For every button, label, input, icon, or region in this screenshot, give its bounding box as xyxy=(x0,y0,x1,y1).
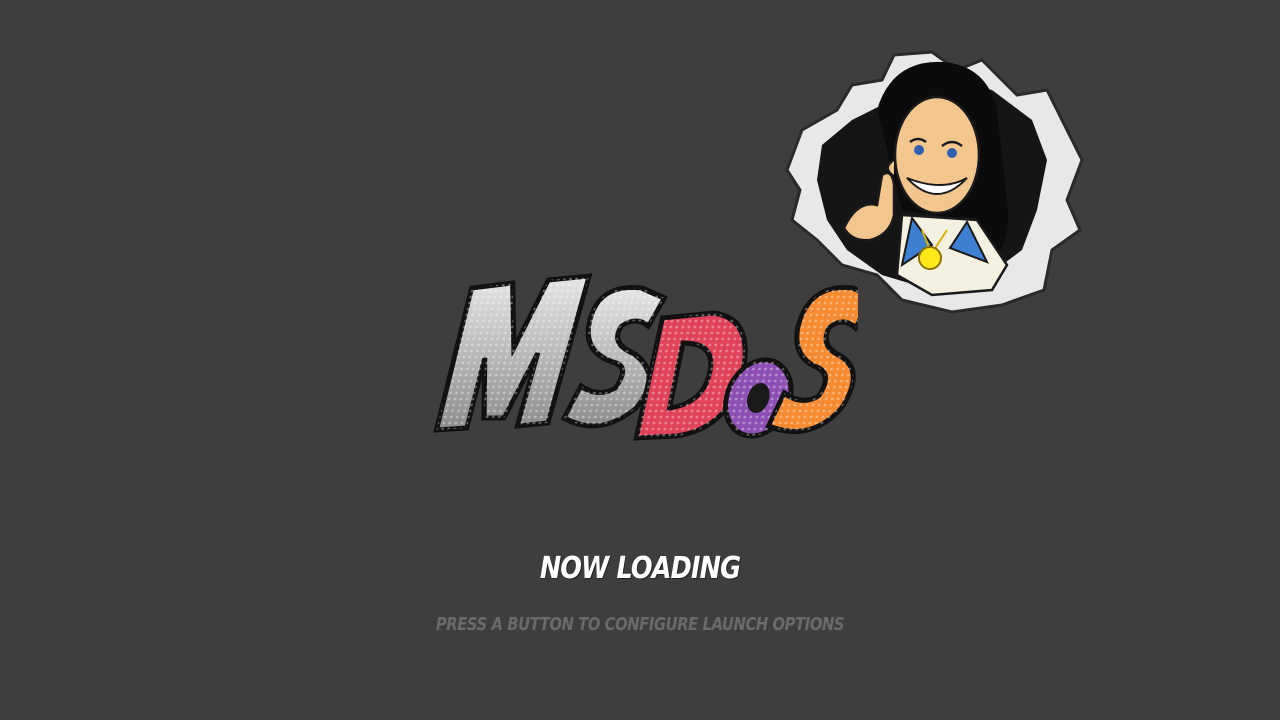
logo-dos-text xyxy=(633,285,858,441)
ms-dos-logo xyxy=(433,273,858,441)
configure-launch-hint: PRESS A BUTTON TO CONFIGURE LAUNCH OPTIO… xyxy=(435,614,845,635)
loading-screen: NOW LOADING PRESS A BUTTON TO CONFIGURE … xyxy=(0,0,1280,720)
logo-ms-text xyxy=(433,273,668,433)
now-loading-text: NOW LOADING xyxy=(539,551,741,586)
